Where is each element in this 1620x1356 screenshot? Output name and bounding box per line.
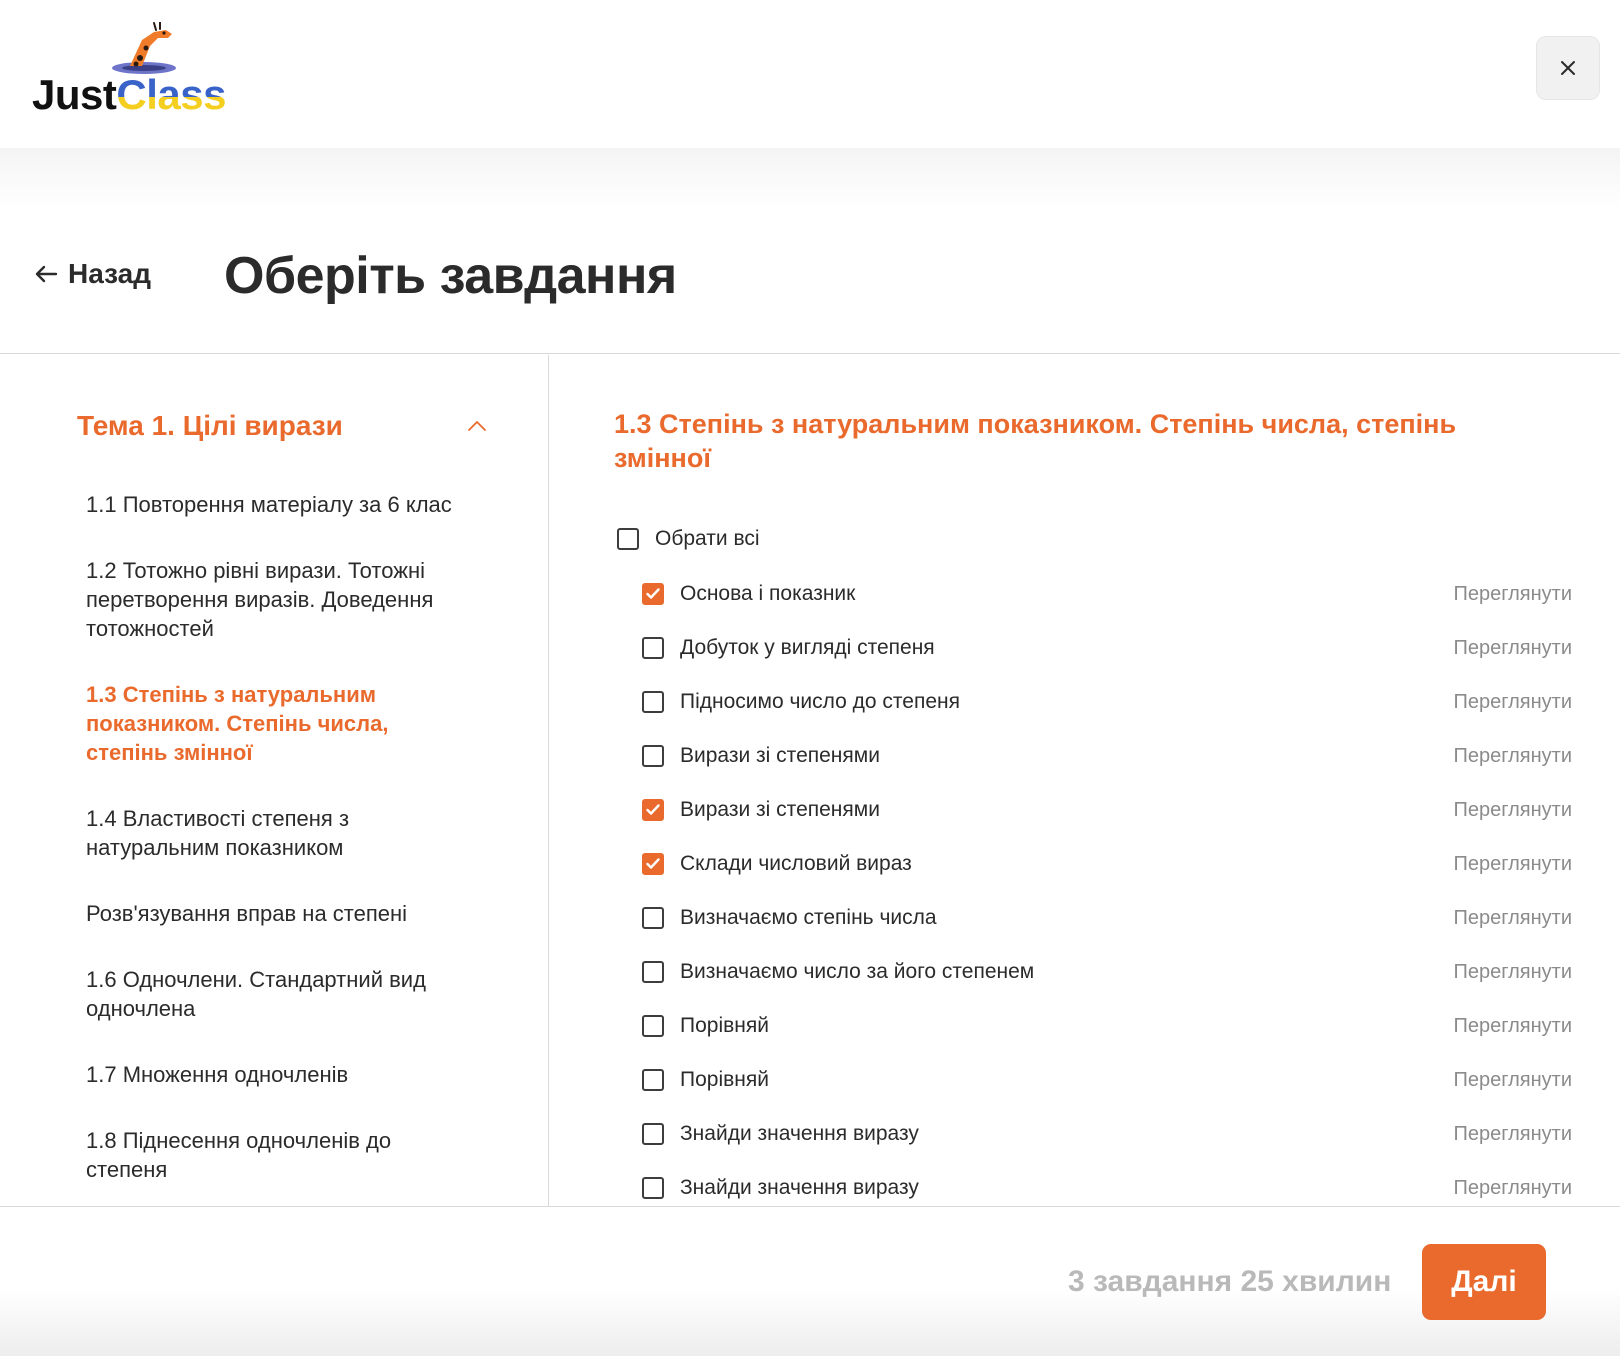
task-select[interactable]: Визначаємо число за його степенем	[642, 960, 1034, 984]
justclass-logo[interactable]: JustClass	[32, 22, 242, 122]
task-row: Основа і показник Переглянути	[642, 567, 1572, 621]
task-row: Визначаємо степінь числа Переглянути	[642, 891, 1572, 945]
task-label: Визначаємо степінь числа	[680, 906, 937, 929]
task-label: Вирази зі степенями	[680, 744, 880, 767]
logo-class-text: Class	[116, 71, 226, 118]
logo-wordmark: JustClass	[32, 74, 226, 116]
lesson-item-active[interactable]: 1.3 Степінь з натуральним показником. Ст…	[86, 680, 466, 767]
view-task-link[interactable]: Переглянути	[1454, 1123, 1572, 1146]
task-label: Порівняй	[680, 1068, 769, 1091]
view-task-link[interactable]: Переглянути	[1454, 799, 1572, 822]
selection-summary: 3 завдання 25 хвилин	[1068, 1265, 1392, 1298]
page-title: Оберіть завдання	[224, 247, 677, 305]
task-row: Порівняй Переглянути	[642, 999, 1572, 1053]
task-panel: 1.3 Степінь з натуральним показником. Ст…	[550, 355, 1620, 1206]
task-checkbox[interactable]	[642, 1123, 664, 1145]
select-all-row[interactable]: Обрати всі	[617, 527, 760, 551]
select-all-checkbox[interactable]	[617, 528, 639, 550]
task-checkbox[interactable]	[642, 907, 664, 929]
topic-title: Тема 1. Цілі вирази	[77, 410, 343, 441]
task-label: Знайди значення виразу	[680, 1122, 919, 1145]
task-label: Знайди значення виразу	[680, 1176, 919, 1199]
view-task-link[interactable]: Переглянути	[1454, 745, 1572, 768]
task-label: Основа і показник	[680, 582, 856, 605]
task-checkbox[interactable]	[642, 1015, 664, 1037]
task-select[interactable]: Добуток у вигляді степеня	[642, 636, 935, 660]
checkmark-icon	[646, 588, 660, 599]
task-checkbox[interactable]	[642, 1177, 664, 1199]
app-header: JustClass	[0, 0, 1620, 148]
task-row: Склади числовий вираз Переглянути	[642, 837, 1572, 891]
select-all-label: Обрати всі	[655, 527, 760, 550]
checkmark-icon	[646, 858, 660, 869]
view-task-link[interactable]: Переглянути	[1454, 961, 1572, 984]
task-label: Визначаємо число за його степенем	[680, 960, 1035, 983]
view-task-link[interactable]: Переглянути	[1454, 853, 1572, 876]
task-checkbox[interactable]	[642, 799, 664, 821]
checkmark-icon	[646, 804, 660, 815]
view-task-link[interactable]: Переглянути	[1454, 1069, 1572, 1092]
task-row: Знайди значення виразу Переглянути	[642, 1107, 1572, 1161]
lesson-item[interactable]: 1.4 Властивості степеня з натуральним по…	[86, 804, 466, 862]
task-select[interactable]: Визначаємо степінь числа	[642, 906, 937, 930]
task-label: Підносимо число до степеня	[680, 690, 960, 713]
section-title: 1.3 Степінь з натуральним показником. Ст…	[614, 409, 1457, 473]
view-task-link[interactable]: Переглянути	[1454, 691, 1572, 714]
task-checkbox[interactable]	[642, 745, 664, 767]
logo-just-text: Just	[32, 71, 117, 118]
task-label: Склади числовий вираз	[680, 852, 912, 875]
task-select[interactable]: Основа і показник	[642, 582, 855, 606]
task-row: Порівняй Переглянути	[642, 1053, 1572, 1107]
task-row: Вирази зі степенями Переглянути	[642, 729, 1572, 783]
close-icon	[1561, 61, 1575, 75]
task-select[interactable]: Вирази зі степенями	[642, 798, 880, 822]
task-checkbox[interactable]	[642, 1069, 664, 1091]
task-row: Вирази зі степенями Переглянути	[642, 783, 1572, 837]
lesson-item[interactable]: Розв'язування вправ на степені	[86, 899, 466, 928]
task-select[interactable]: Порівняй	[642, 1068, 769, 1092]
page-title-bar: Назад Оберіть завдання	[0, 208, 1620, 354]
task-label: Добуток у вигляді степеня	[680, 636, 935, 659]
task-checkbox[interactable]	[642, 961, 664, 983]
lesson-item[interactable]: 1.7 Множення одночленів	[86, 1060, 466, 1089]
task-list: Основа і показник Переглянути Добуток у …	[642, 567, 1572, 1206]
view-task-link[interactable]: Переглянути	[1454, 1015, 1572, 1038]
chevron-up-icon	[468, 421, 486, 431]
task-label: Вирази зі степенями	[680, 798, 880, 821]
header-shadow	[0, 148, 1620, 208]
task-checkbox[interactable]	[642, 691, 664, 713]
task-checkbox[interactable]	[642, 583, 664, 605]
lesson-list: 1.1 Повторення матеріалу за 6 клас 1.2 Т…	[86, 490, 466, 1206]
arrow-left-icon	[35, 265, 58, 283]
close-button[interactable]	[1536, 36, 1600, 100]
lesson-sidebar: Тема 1. Цілі вирази 1.1 Повторення матер…	[0, 355, 549, 1206]
view-task-link[interactable]: Переглянути	[1454, 637, 1572, 660]
view-task-link[interactable]: Переглянути	[1454, 583, 1572, 606]
lesson-item[interactable]: 1.1 Повторення матеріалу за 6 клас	[86, 490, 466, 519]
lesson-item[interactable]: 1.6 Одночлени. Стандартний вид одночлена	[86, 965, 466, 1023]
task-checkbox[interactable]	[642, 853, 664, 875]
task-select[interactable]: Склади числовий вираз	[642, 852, 912, 876]
view-task-link[interactable]: Переглянути	[1454, 907, 1572, 930]
view-task-link[interactable]: Переглянути	[1454, 1177, 1572, 1200]
task-select[interactable]: Підносимо число до степеня	[642, 690, 960, 714]
task-row: Добуток у вигляді степеня Переглянути	[642, 621, 1572, 675]
lesson-item[interactable]: 1.8 Піднесення одночленів до степеня	[86, 1126, 466, 1184]
task-select[interactable]: Знайди значення виразу	[642, 1176, 919, 1200]
task-row: Визначаємо число за його степенем Перегл…	[642, 945, 1572, 999]
task-select[interactable]: Вирази зі степенями	[642, 744, 880, 768]
task-row: Підносимо число до степеня Переглянути	[642, 675, 1572, 729]
task-select[interactable]: Порівняй	[642, 1014, 769, 1038]
giraffe-mascot-icon	[112, 22, 176, 74]
next-button[interactable]: Далі	[1422, 1244, 1546, 1320]
back-label: Назад	[68, 258, 152, 289]
footer-bar: 3 завдання 25 хвилин Далі	[0, 1206, 1620, 1356]
task-checkbox[interactable]	[642, 637, 664, 659]
task-label: Порівняй	[680, 1014, 769, 1037]
back-button[interactable]: Назад	[34, 258, 151, 290]
task-select[interactable]: Знайди значення виразу	[642, 1122, 919, 1146]
topic-accordion-header[interactable]: Тема 1. Цілі вирази	[77, 410, 487, 442]
lesson-item[interactable]: 1.2 Тотожно рівні вирази. Тотожні перетв…	[86, 556, 466, 643]
task-row: Знайди значення виразу Переглянути	[642, 1161, 1572, 1206]
